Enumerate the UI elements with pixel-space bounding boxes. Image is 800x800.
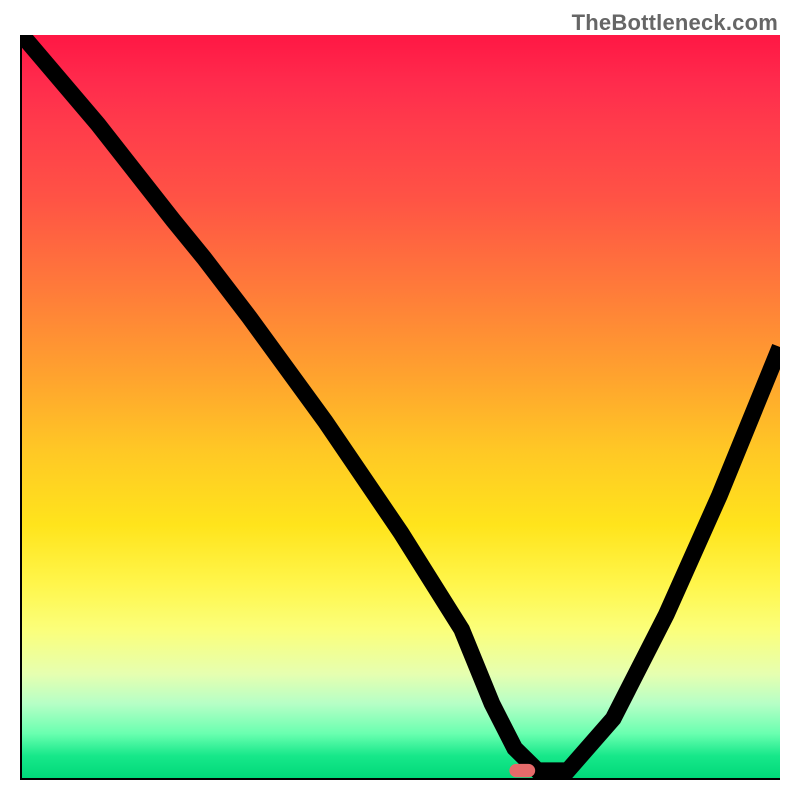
optimum-marker bbox=[509, 764, 535, 777]
chart-container: TheBottleneck.com bbox=[0, 0, 800, 800]
plot-area bbox=[20, 35, 780, 780]
curve-overlay bbox=[22, 35, 780, 778]
watermark-text: TheBottleneck.com bbox=[572, 10, 778, 36]
bottleneck-curve bbox=[22, 35, 780, 771]
